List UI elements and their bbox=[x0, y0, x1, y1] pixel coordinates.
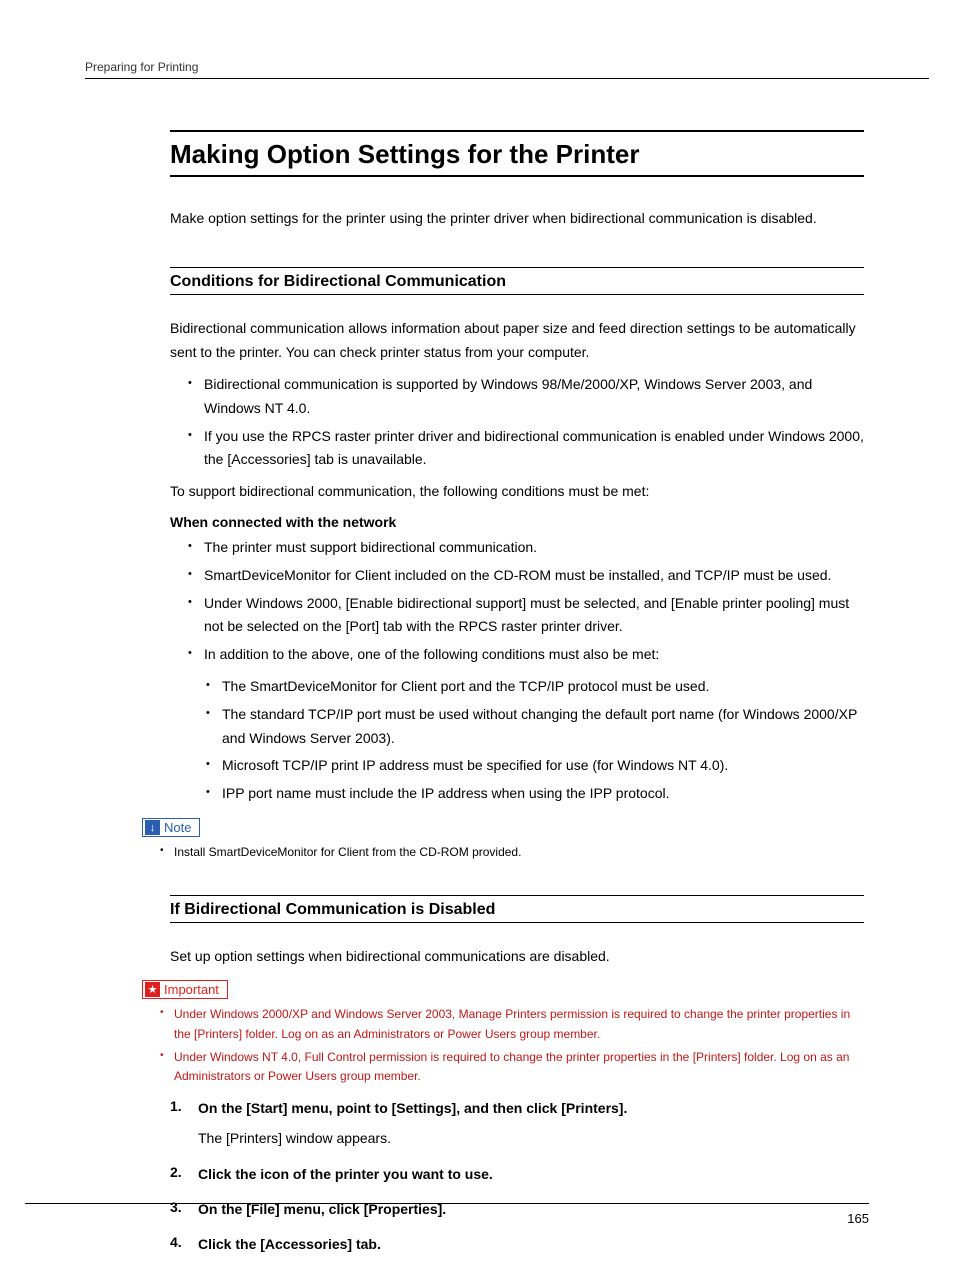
intro-text: Make option settings for the printer usi… bbox=[170, 207, 864, 229]
list-item: The SmartDeviceMonitor for Client port a… bbox=[206, 675, 864, 699]
step-item: On the [Start] menu, point to [Settings]… bbox=[170, 1098, 864, 1149]
step-item: Click the [Accessories] tab. bbox=[170, 1234, 864, 1255]
section1-title: Conditions for Bidirectional Communicati… bbox=[170, 267, 864, 295]
list-item: Microsoft TCP/IP print IP address must b… bbox=[206, 754, 864, 778]
section1-boldsub: When connected with the network bbox=[170, 514, 864, 530]
step-body: The [Printers] window appears. bbox=[198, 1127, 864, 1149]
step-head: On the [Start] menu, point to [Settings]… bbox=[198, 1098, 864, 1119]
step-head: Click the [Accessories] tab. bbox=[198, 1234, 864, 1255]
list-item: Install SmartDeviceMonitor for Client fr… bbox=[160, 843, 864, 862]
main-content: Making Option Settings for the Printer M… bbox=[170, 130, 864, 1269]
important-label: Important bbox=[164, 982, 219, 997]
section1-bullets3: The SmartDeviceMonitor for Client port a… bbox=[206, 675, 864, 806]
note-label: Note bbox=[164, 820, 191, 835]
list-item: Bidirectional communication is supported… bbox=[188, 373, 864, 421]
section1-bullets1: Bidirectional communication is supported… bbox=[188, 373, 864, 472]
breadcrumb: Preparing for Printing bbox=[85, 60, 198, 74]
section1-para2: To support bidirectional communication, … bbox=[170, 480, 864, 504]
steps-list: On the [Start] menu, point to [Settings]… bbox=[170, 1098, 864, 1254]
list-item: The standard TCP/IP port must be used wi… bbox=[206, 703, 864, 751]
section2-title: If Bidirectional Communication is Disabl… bbox=[170, 895, 864, 923]
list-item: The printer must support bidirectional c… bbox=[188, 536, 864, 560]
star-icon: ★ bbox=[145, 982, 160, 997]
page-header: Preparing for Printing bbox=[85, 58, 929, 79]
note-items: Install SmartDeviceMonitor for Client fr… bbox=[160, 843, 864, 862]
list-item: SmartDeviceMonitor for Client included o… bbox=[188, 564, 864, 588]
section1-para1: Bidirectional communication allows infor… bbox=[170, 317, 864, 365]
page-title: Making Option Settings for the Printer bbox=[170, 130, 864, 177]
list-item: In addition to the above, one of the fol… bbox=[188, 643, 864, 667]
important-items: Under Windows 2000/XP and Windows Server… bbox=[160, 1005, 864, 1086]
section2-para1: Set up option settings when bidirectiona… bbox=[170, 945, 864, 969]
arrow-down-icon: ↓ bbox=[145, 820, 160, 835]
list-item: Under Windows 2000, [Enable bidirectiona… bbox=[188, 592, 864, 640]
step-head: Click the icon of the printer you want t… bbox=[198, 1164, 864, 1185]
page-footer: 165 bbox=[25, 1203, 869, 1228]
page-number: 165 bbox=[847, 1211, 869, 1226]
step-item: Click the icon of the printer you want t… bbox=[170, 1164, 864, 1185]
list-item: Under Windows 2000/XP and Windows Server… bbox=[160, 1005, 864, 1043]
important-badge: ★ Important bbox=[142, 980, 228, 999]
list-item: IPP port name must include the IP addres… bbox=[206, 782, 864, 806]
note-badge: ↓ Note bbox=[142, 818, 200, 837]
note-callout: ↓ Note bbox=[142, 818, 864, 838]
list-item: If you use the RPCS raster printer drive… bbox=[188, 425, 864, 473]
list-item: Under Windows NT 4.0, Full Control permi… bbox=[160, 1048, 864, 1086]
section1-bullets2: The printer must support bidirectional c… bbox=[188, 536, 864, 667]
important-callout: ★ Important bbox=[142, 980, 864, 999]
